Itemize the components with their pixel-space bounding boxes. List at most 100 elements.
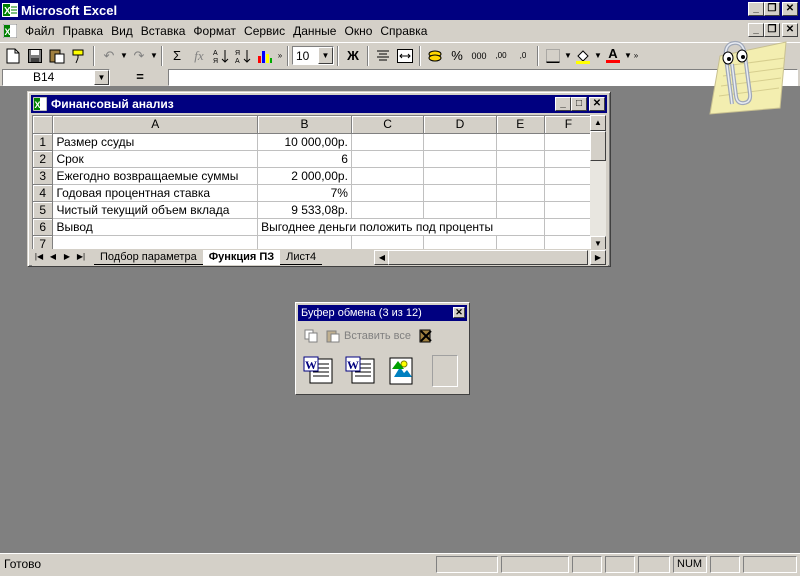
cell[interactable] [351,184,425,202]
row-header[interactable]: 6 [33,218,54,236]
word-doc-icon[interactable]: W [302,355,334,387]
increase-decimal-icon[interactable]: ,00 [490,45,512,67]
wb-maximize-button[interactable]: □ [571,97,587,111]
name-box[interactable]: B14 ▼ [2,69,110,86]
more-buttons-icon[interactable]: » [276,51,284,60]
doc-close-button[interactable]: ✕ [782,23,798,37]
select-all-corner[interactable] [33,116,54,134]
sheet-tab[interactable]: Подбор параметра [94,250,203,265]
menu-data[interactable]: Данные [289,24,340,38]
row-header[interactable]: 4 [33,184,54,202]
chevron-down-icon[interactable]: ▼ [318,47,333,64]
save-icon[interactable] [24,45,46,67]
workbook-icon[interactable]: X [33,97,47,111]
first-sheet-icon[interactable]: |◀ [32,250,46,265]
doc-restore-button[interactable]: ❐ [764,23,780,37]
fill-dropdown-icon[interactable]: ▼ [594,51,602,60]
cell[interactable] [423,167,497,185]
function-icon[interactable]: fx [188,45,210,67]
cell[interactable] [423,201,497,219]
scroll-thumb[interactable] [590,131,606,161]
chart-wizard-icon[interactable] [254,45,276,67]
borders-dropdown-icon[interactable]: ▼ [564,51,572,60]
menu-tools[interactable]: Сервис [240,24,289,38]
scroll-up-icon[interactable]: ▲ [590,115,606,131]
worksheet-grid[interactable]: A B C D E F 1 Размер ссуды 10 000,00р. 2… [32,115,594,252]
cell[interactable]: Годовая процентная ставка [52,184,259,202]
scroll-right-icon[interactable]: ▶ [590,250,606,265]
sheet-tab-active[interactable]: Функция ПЗ [202,250,281,265]
cell[interactable] [351,133,425,151]
last-sheet-icon[interactable]: ▶| [74,250,88,265]
new-icon[interactable] [2,45,24,67]
cell[interactable] [544,150,593,168]
cell[interactable] [544,167,593,185]
font-color-dropdown-icon[interactable]: ▼ [624,51,632,60]
copy-icon[interactable] [300,325,322,347]
word-doc-icon[interactable]: W [344,355,376,387]
cell[interactable] [423,184,497,202]
cell[interactable] [544,218,593,236]
vertical-scrollbar[interactable]: ▲ ▼ [590,115,606,252]
cell[interactable] [351,167,425,185]
picture-icon[interactable] [386,355,418,387]
column-header[interactable]: E [496,116,545,134]
cell[interactable] [496,184,545,202]
menu-help[interactable]: Справка [376,24,431,38]
cell[interactable]: 10 000,00р. [257,133,352,151]
cell[interactable] [544,133,593,151]
cell[interactable]: 2 000,00р. [257,167,352,185]
paste-all-button[interactable]: Вставить все [344,330,411,342]
autosum-icon[interactable]: Σ [166,45,188,67]
column-header[interactable]: F [544,116,593,134]
decrease-decimal-icon[interactable]: ,0 [512,45,534,67]
horizontal-scrollbar[interactable]: ◀ ▶ [374,250,606,265]
column-header[interactable]: B [257,116,352,134]
menu-view[interactable]: Вид [107,24,137,38]
sort-descending-icon[interactable]: ЯА [232,45,254,67]
cell[interactable] [423,150,497,168]
next-sheet-icon[interactable]: ▶ [60,250,74,265]
wb-minimize-button[interactable]: _ [555,97,571,111]
fill-color-icon[interactable] [572,45,594,67]
cell[interactable]: 9 533,08р. [257,201,352,219]
paste-all-icon[interactable] [322,325,344,347]
font-color-icon[interactable]: A [602,45,624,67]
redo-dropdown-icon[interactable]: ▼ [150,51,158,60]
align-center-icon[interactable] [372,45,394,67]
cell[interactable] [496,201,545,219]
menu-insert[interactable]: Вставка [137,24,190,38]
undo-dropdown-icon[interactable]: ▼ [120,51,128,60]
more-buttons-icon[interactable]: » [632,51,640,60]
cell[interactable]: Ежегодно возвращаемые суммы [52,167,259,185]
thousands-icon[interactable]: 000 [468,45,490,67]
cell[interactable] [351,201,425,219]
borders-icon[interactable] [542,45,564,67]
cell[interactable]: Вывод [52,218,259,236]
cell[interactable] [544,201,593,219]
cell[interactable] [496,150,545,168]
menu-file[interactable]: Файл [21,24,59,38]
restore-button[interactable]: ❐ [764,2,780,16]
minimize-button[interactable]: _ [748,2,764,16]
cell[interactable] [351,150,425,168]
column-header[interactable]: C [351,116,425,134]
cell[interactable] [423,133,497,151]
cell[interactable]: 6 [257,150,352,168]
row-header[interactable]: 2 [33,150,54,168]
cell[interactable]: Чистый текущий объем вклада [52,201,259,219]
sheet-tab[interactable]: Лист4 [280,250,323,265]
clipboard-title-bar[interactable]: Буфер обмена (3 из 12) ✕ [298,305,467,321]
clipboard-close-button[interactable]: ✕ [453,307,465,318]
percent-icon[interactable]: % [446,45,468,67]
paste-icon[interactable] [46,45,68,67]
row-header[interactable]: 1 [33,133,54,151]
bold-icon[interactable]: Ж [342,45,364,67]
chevron-down-icon[interactable]: ▼ [94,70,109,85]
edit-formula-button[interactable]: = [115,69,165,86]
redo-icon[interactable]: ↷ [128,45,150,67]
menu-window[interactable]: Окно [340,24,376,38]
close-button[interactable]: ✕ [782,2,798,16]
cell[interactable] [496,218,545,236]
cell[interactable] [496,133,545,151]
